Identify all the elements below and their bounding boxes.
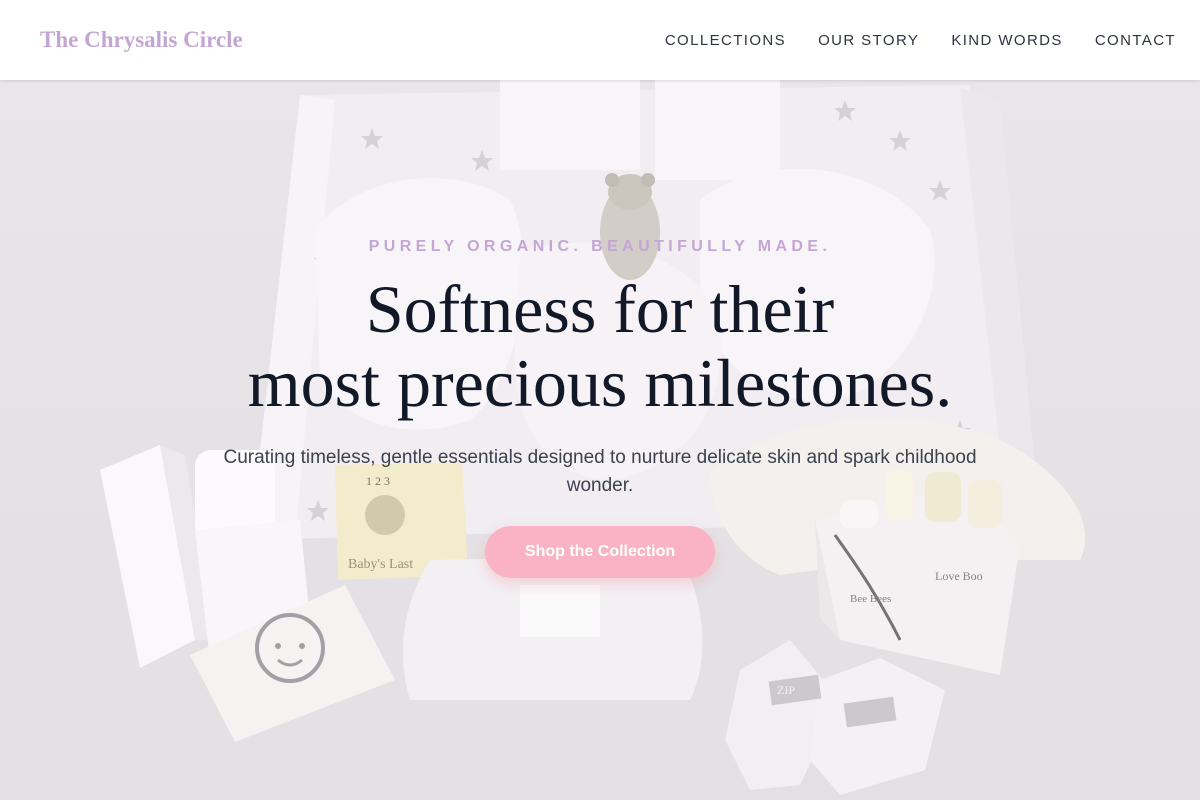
site-header: The Chrysalis Circle COLLECTIONS OUR STO… <box>0 0 1200 80</box>
shop-collection-button[interactable]: Shop the Collection <box>485 526 715 578</box>
nav-link-kind-words[interactable]: KIND WORDS <box>951 32 1063 49</box>
hero-subheading: Curating timeless, gentle essentials des… <box>223 447 977 496</box>
nav-link-contact[interactable]: CONTACT <box>1095 32 1176 49</box>
hero-eyebrow: PURELY ORGANIC. BEAUTIFULLY MADE. <box>368 238 832 255</box>
hero-headline-line-2: most precious milestones. <box>247 345 953 421</box>
hero-headline-line-1: Softness for their <box>365 271 835 347</box>
nav-link-our-story[interactable]: OUR STORY <box>818 32 919 49</box>
main-nav: COLLECTIONS OUR STORY KIND WORDS CONTACT <box>665 0 1176 80</box>
hero-section: PURELY ORGANIC. BEAUTIFULLY MADE. Softne… <box>0 0 1200 800</box>
hero-headline: Softness for their most precious milesto… <box>0 272 1200 420</box>
nav-link-collections[interactable]: COLLECTIONS <box>665 32 786 49</box>
brand-logo[interactable]: The Chrysalis Circle <box>24 15 259 65</box>
